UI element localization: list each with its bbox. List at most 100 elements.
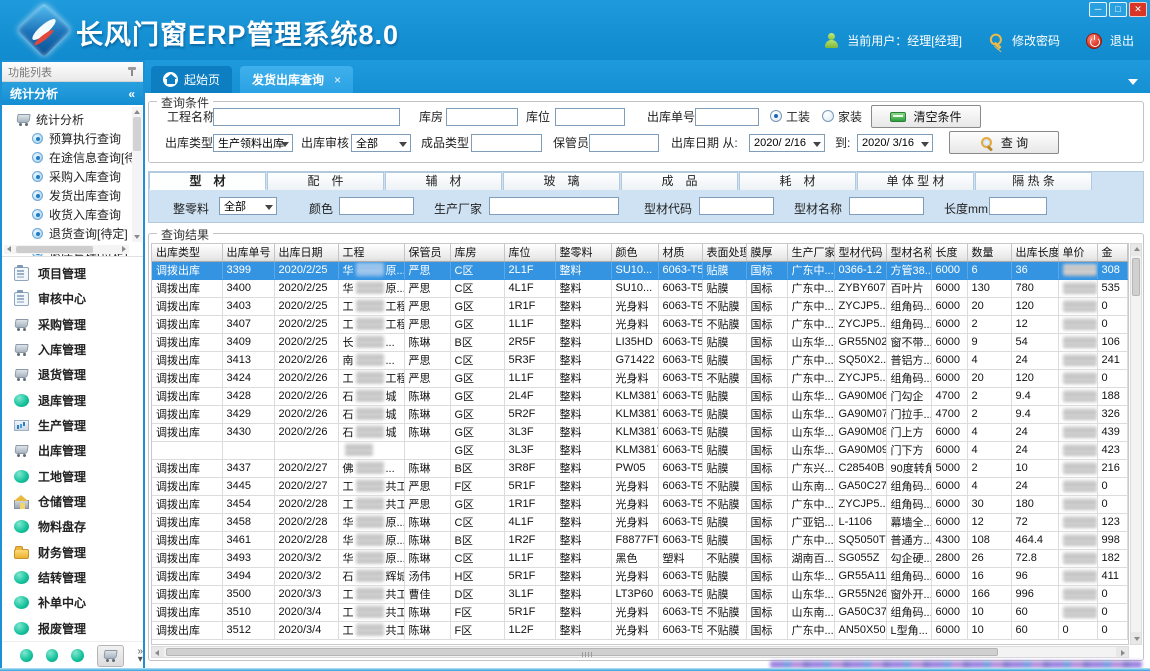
sidebar-menu-item[interactable]: 出库管理 bbox=[2, 438, 143, 463]
sidebar-menu-item[interactable]: 工地管理 bbox=[2, 464, 143, 489]
table-row[interactable]: 调拨出库34002020/2/25华原...严思C区4L1F整料SU10...6… bbox=[152, 279, 1127, 297]
circle-icon[interactable] bbox=[71, 649, 84, 662]
logout-link[interactable]: 退出 bbox=[1110, 32, 1134, 49]
sidebar-menu-item[interactable]: 物料盘存 bbox=[2, 514, 143, 539]
sidebar-menu-item[interactable]: 生产管理 bbox=[2, 413, 143, 438]
table-row[interactable]: 调拨出库34932020/3/2华原...陈琳C区1L1F整料黑色塑料不贴膜国标… bbox=[152, 549, 1127, 567]
table-row[interactable]: 调拨出库34542020/2/28工共工程严思G区1R1F整料光身料6063-T… bbox=[152, 495, 1127, 513]
column-header[interactable]: 表面处理 bbox=[702, 244, 746, 261]
tab-shipping-query[interactable]: 发货出库查询 × bbox=[240, 66, 353, 93]
more-buttons-chevron[interactable]: »▾ bbox=[137, 648, 143, 664]
profile-code-input[interactable] bbox=[699, 197, 774, 215]
tree-item[interactable]: 在途信息查询[待 bbox=[8, 148, 129, 167]
sidebar-menu-item[interactable]: 审核中心 bbox=[2, 286, 143, 311]
column-header[interactable]: 材质 bbox=[658, 244, 702, 261]
keeper-input[interactable] bbox=[589, 134, 659, 152]
table-row[interactable]: 调拨出库34302020/2/26石城陈琳G区3L3F整料KLM38176063… bbox=[152, 423, 1127, 441]
radio-industrial-label[interactable]: 工装 bbox=[786, 108, 810, 125]
column-header[interactable]: 数量 bbox=[967, 244, 1011, 261]
material-tab[interactable]: 耗 材 bbox=[739, 172, 856, 190]
sidebar-menu-item[interactable]: 项目管理 bbox=[2, 261, 143, 286]
sidebar-menu-item[interactable]: 退货管理 bbox=[2, 362, 143, 387]
circle-icon[interactable] bbox=[20, 649, 33, 662]
change-password-link[interactable]: 修改密码 bbox=[1012, 32, 1060, 49]
column-header[interactable]: 库位 bbox=[504, 244, 555, 261]
sidebar-menu-item[interactable]: 采购管理 bbox=[2, 312, 143, 337]
table-row[interactable]: 调拨出库34292020/2/26石城陈琳G区5R2F整料KLM38176063… bbox=[152, 405, 1127, 423]
table-row[interactable]: 调拨出库34372020/2/27佛...陈琳B区3R8F整料PW056063-… bbox=[152, 459, 1127, 477]
table-row[interactable]: 调拨出库35122020/3/4工共工程陈琳F区1L2F整料光身料6063-T5… bbox=[152, 621, 1127, 639]
maximize-button[interactable]: □ bbox=[1109, 2, 1127, 17]
audit-select[interactable]: 全部 bbox=[351, 134, 411, 152]
material-tab[interactable]: 辅 材 bbox=[385, 172, 502, 190]
sidebar-menu-item[interactable]: 入库管理 bbox=[2, 337, 143, 362]
column-header[interactable]: 出库日期 bbox=[274, 244, 338, 261]
table-horizontal-scrollbar[interactable] bbox=[151, 646, 1129, 658]
out-type-select[interactable]: 生产领料出库 bbox=[213, 134, 293, 152]
sidebar-menu-item[interactable]: 仓储管理 bbox=[2, 489, 143, 514]
table-row[interactable]: 调拨出库34072020/2/25工工程严思G区1L1F整料光身料6063-T5… bbox=[152, 315, 1127, 333]
column-header[interactable]: 长度 bbox=[931, 244, 967, 261]
cart-shortcut-button[interactable] bbox=[97, 645, 124, 667]
column-header[interactable]: 整零料 bbox=[555, 244, 611, 261]
tree-item[interactable]: 预算执行查询 bbox=[8, 129, 129, 148]
material-tab[interactable]: 隔 热 条 bbox=[975, 172, 1092, 190]
sidebar-menu-item[interactable]: 结转管理 bbox=[2, 565, 143, 590]
column-header[interactable]: 出库长度 bbox=[1011, 244, 1058, 261]
table-row[interactable]: 调拨出库35102020/3/4工共工程陈琳F区5R1F整料光身料6063-T5… bbox=[152, 603, 1127, 621]
stats-section-header[interactable]: 统计分析 « bbox=[2, 82, 143, 105]
collapse-icon[interactable]: « bbox=[128, 87, 135, 101]
tab-home[interactable]: 起始页 bbox=[151, 66, 232, 93]
tree-item[interactable]: 采购入库查询 bbox=[8, 167, 129, 186]
minimize-button[interactable]: ─ bbox=[1089, 2, 1107, 17]
column-header[interactable]: 工程 bbox=[338, 244, 404, 261]
table-row[interactable]: 调拨出库34452020/2/27工共工程严思F区5R1F整料光身料6063-T… bbox=[152, 477, 1127, 495]
column-header[interactable]: 颜色 bbox=[611, 244, 658, 261]
circle-icon[interactable] bbox=[46, 649, 59, 662]
tab-list-dropdown-icon[interactable] bbox=[1128, 79, 1138, 85]
length-input[interactable] bbox=[989, 197, 1047, 215]
sidebar-menu-item[interactable]: 报废管理 bbox=[2, 616, 143, 641]
table-row[interactable]: 调拨出库34242020/2/26工工程严思G区1L1F整料光身料6063-T5… bbox=[152, 369, 1127, 387]
manufacturer-input[interactable] bbox=[489, 197, 619, 215]
project-name-input[interactable] bbox=[213, 108, 400, 126]
table-row[interactable]: G区3L3F整料KLM38176063-T5贴膜国标山东华...GA90M09.… bbox=[152, 441, 1127, 459]
column-header[interactable]: 型材名称 bbox=[886, 244, 931, 261]
radio-home-decor-label[interactable]: 家装 bbox=[838, 108, 862, 125]
table-row[interactable]: 调拨出库34282020/2/26石城陈琳G区2L4F整料KLM38176063… bbox=[152, 387, 1127, 405]
column-header[interactable]: 库房 bbox=[450, 244, 504, 261]
whole-part-select[interactable]: 全部 bbox=[219, 197, 277, 215]
tree-vertical-scrollbar[interactable] bbox=[132, 107, 142, 242]
tree-horizontal-scrollbar[interactable] bbox=[4, 245, 129, 254]
clear-conditions-button[interactable]: 清空条件 bbox=[871, 105, 981, 128]
table-row[interactable]: 调拨出库34132020/2/26南...严思C区5R3F整料G71422606… bbox=[152, 351, 1127, 369]
material-tab[interactable]: 玻 璃 bbox=[503, 172, 620, 190]
product-type-input[interactable] bbox=[471, 134, 542, 152]
pin-icon[interactable] bbox=[127, 66, 137, 78]
close-button[interactable]: ✕ bbox=[1129, 2, 1147, 17]
sidebar-menu-item[interactable]: 补单中心 bbox=[2, 590, 143, 615]
search-button[interactable]: 查 询 bbox=[949, 131, 1059, 154]
date-to-select[interactable]: 2020/ 3/16 bbox=[857, 134, 933, 152]
location-input[interactable] bbox=[555, 108, 625, 126]
column-header[interactable]: 金 bbox=[1097, 244, 1127, 261]
order-no-input[interactable] bbox=[695, 108, 759, 126]
column-header[interactable]: 型材代码 bbox=[834, 244, 886, 261]
table-row[interactable]: 调拨出库34032020/2/25工工程严思G区1R1F整料光身料6063-T5… bbox=[152, 297, 1127, 315]
sidebar-menu-item[interactable]: 财务管理 bbox=[2, 540, 143, 565]
table-row[interactable]: 调拨出库34582020/2/28华原...陈琳C区4L1F整料光身料6063-… bbox=[152, 513, 1127, 531]
column-header[interactable]: 膜厚 bbox=[746, 244, 787, 261]
column-header[interactable]: 出库单号 bbox=[222, 244, 274, 261]
table-row[interactable]: 调拨出库33992020/2/25华原...严思C区2L1F整料SU10...6… bbox=[152, 261, 1127, 279]
material-tab[interactable]: 配 件 bbox=[267, 172, 384, 190]
column-header[interactable]: 保管员 bbox=[404, 244, 450, 261]
tree-item[interactable]: 发货出库查询 bbox=[8, 186, 129, 205]
sidebar-menu-item[interactable]: 退库管理 bbox=[2, 388, 143, 413]
color-input[interactable] bbox=[339, 197, 414, 215]
column-header[interactable]: 生产厂家 bbox=[787, 244, 834, 261]
column-header[interactable]: 出库类型 bbox=[152, 244, 222, 261]
radio-home-decor[interactable] bbox=[822, 110, 834, 122]
tree-item[interactable]: 收货入库查询 bbox=[8, 205, 129, 224]
material-tab[interactable]: 型 材 bbox=[149, 172, 266, 190]
tree-item[interactable]: 退货查询[待定] bbox=[8, 224, 129, 243]
